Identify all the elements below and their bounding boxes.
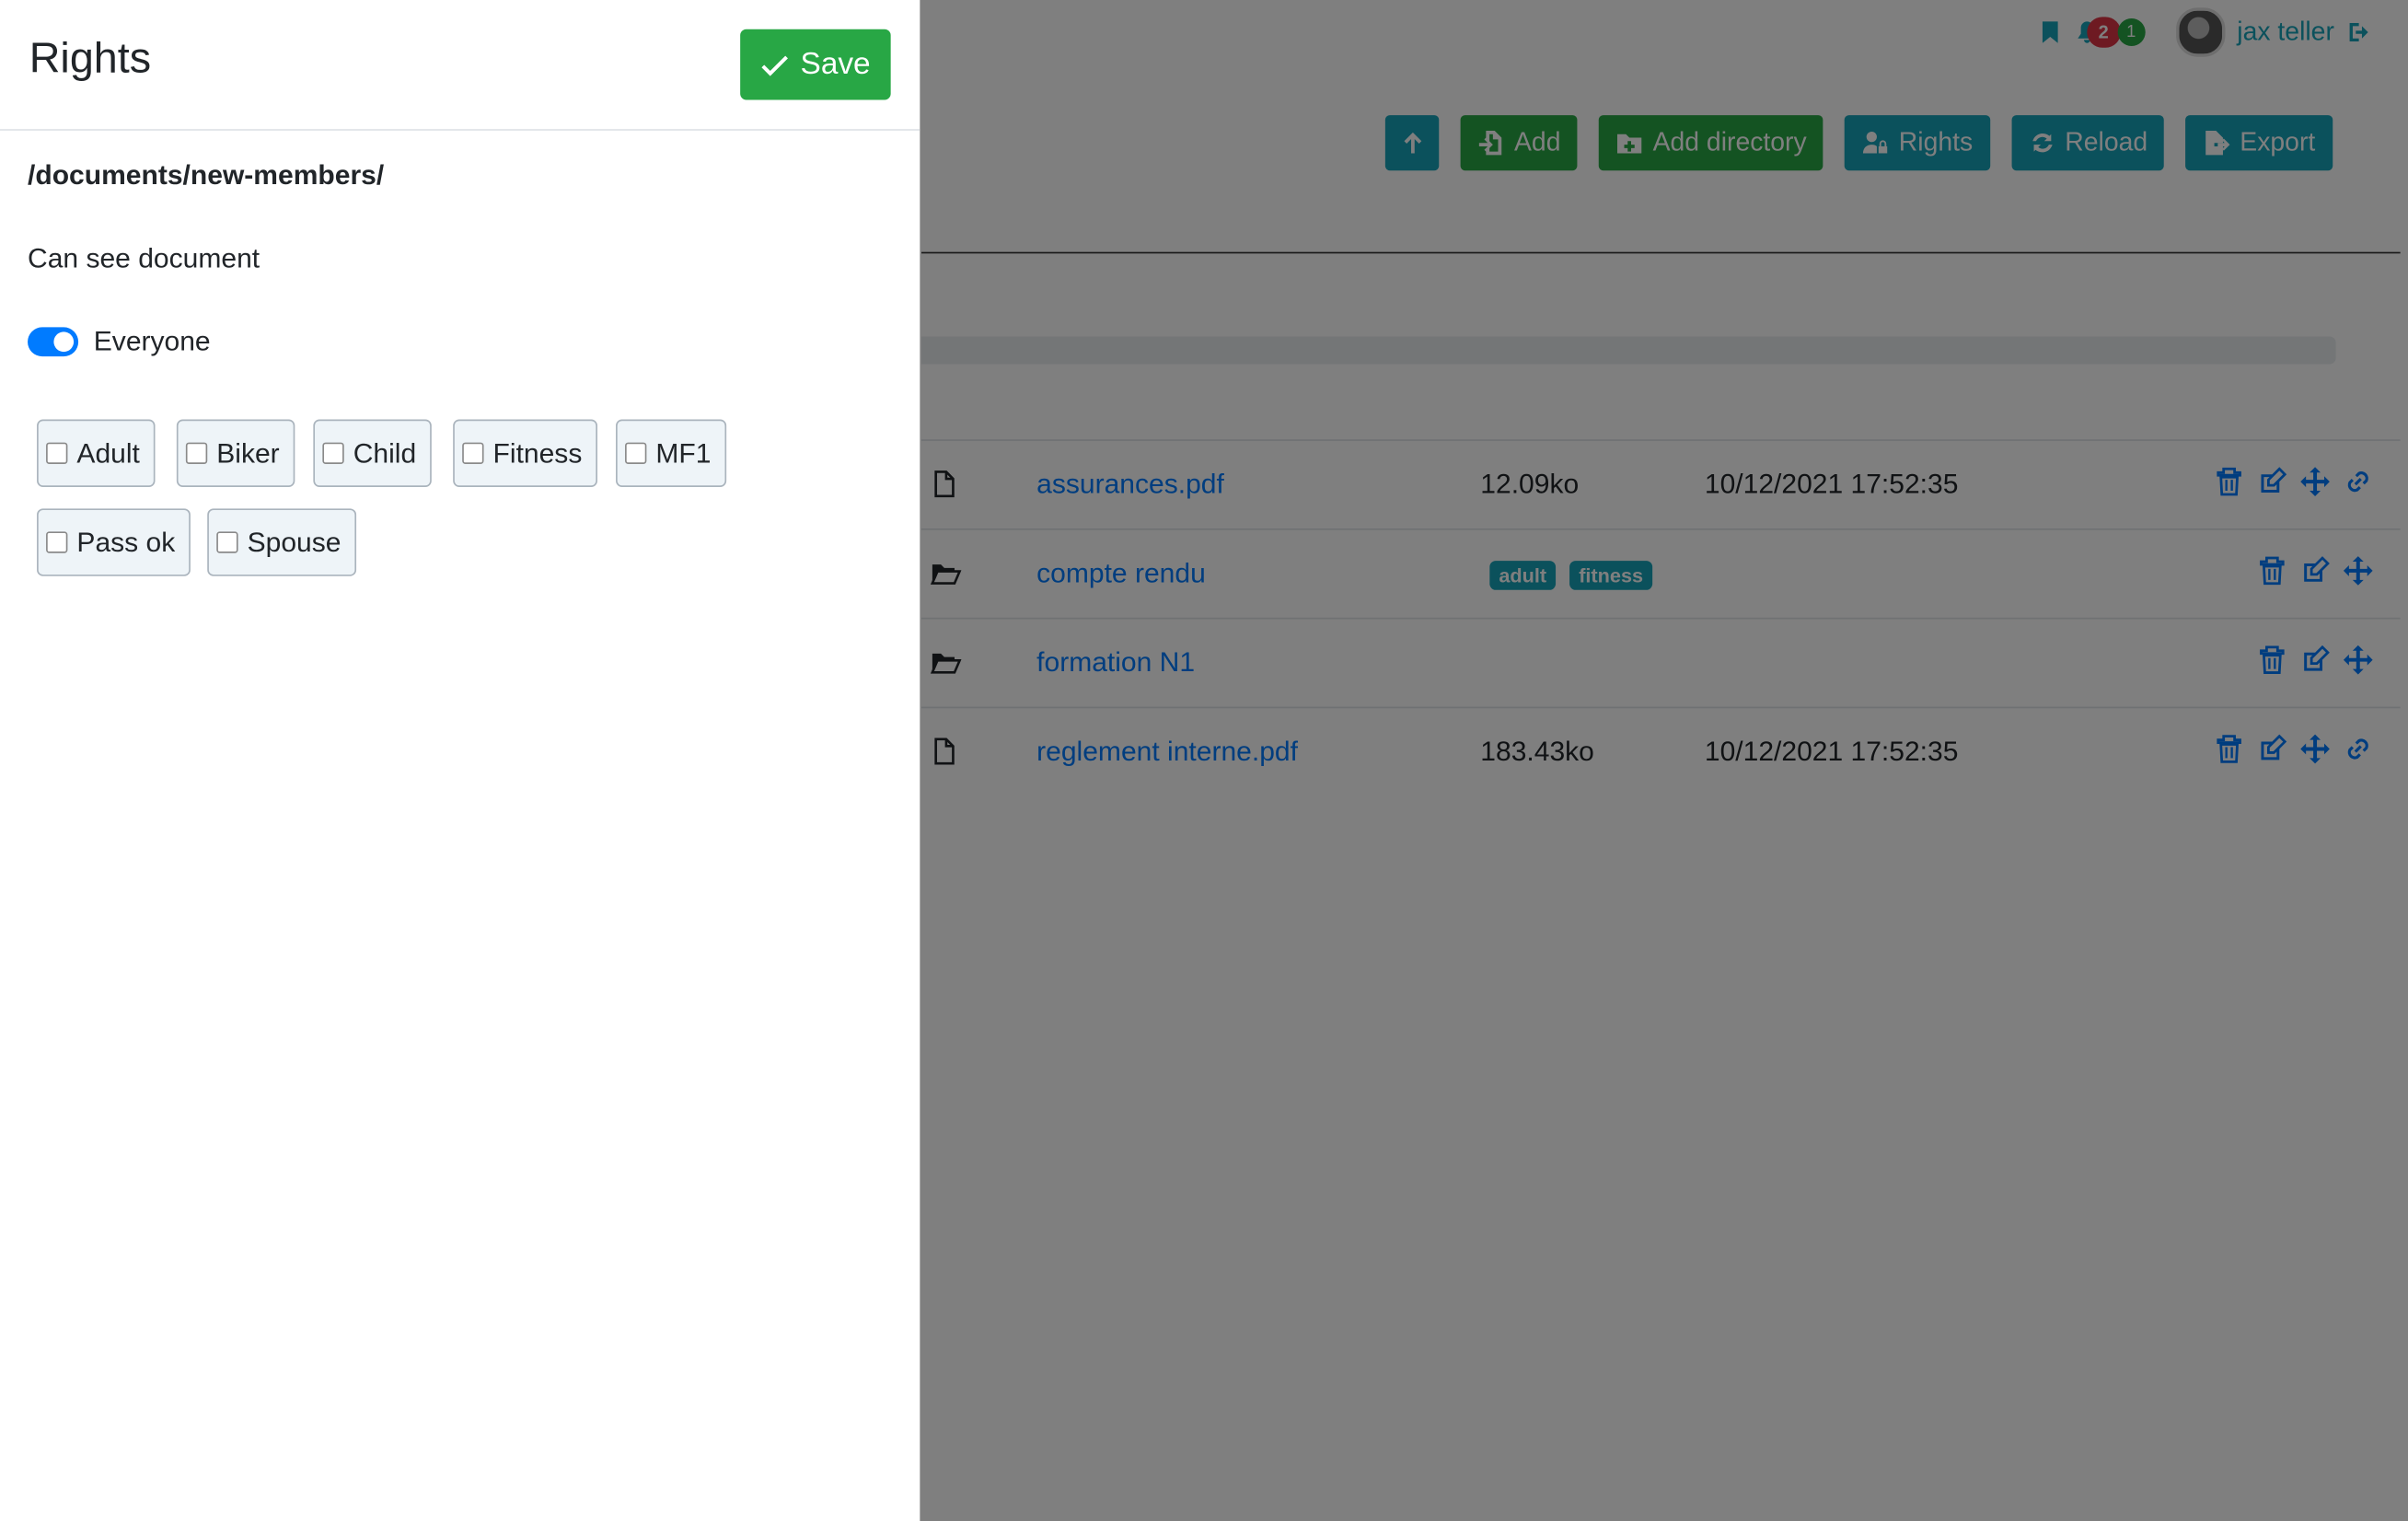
checkbox[interactable] <box>625 442 647 464</box>
group-checkbox-child[interactable]: Child <box>313 419 432 487</box>
group-checkbox-pass-ok[interactable]: Pass ok <box>37 508 191 576</box>
group-label: Pass ok <box>76 526 176 557</box>
checkbox[interactable] <box>462 442 484 464</box>
panel-header: Rights Save <box>0 0 920 131</box>
group-label: Biker <box>216 436 280 469</box>
checkbox[interactable] <box>46 442 68 464</box>
group-checkbox-fitness[interactable]: Fitness <box>453 419 598 487</box>
rights-panel: Rights Save /documents/new-members/ Can … <box>0 0 920 1521</box>
everyone-toggle[interactable] <box>28 327 79 357</box>
group-checkbox-biker[interactable]: Biker <box>176 419 295 487</box>
checkbox[interactable] <box>185 442 208 464</box>
checkbox[interactable] <box>46 531 68 553</box>
everyone-label: Everyone <box>93 325 211 357</box>
group-label: Child <box>353 436 417 469</box>
permission-label: Can see document <box>28 242 260 274</box>
group-checkbox-spouse[interactable]: Spouse <box>207 508 357 576</box>
group-label: Adult <box>76 436 140 469</box>
checkbox[interactable] <box>216 531 238 553</box>
group-label: Fitness <box>492 436 583 469</box>
toggle-knob <box>53 331 75 353</box>
save-button-label: Save <box>800 46 871 81</box>
document-path: /documents/new-members/ <box>28 159 385 191</box>
group-label: MF1 <box>655 436 712 469</box>
group-checkbox-mf1[interactable]: MF1 <box>616 419 727 487</box>
panel-title: Rights <box>29 33 152 82</box>
checkbox[interactable] <box>322 442 344 464</box>
everyone-toggle-row: Everyone <box>28 326 211 358</box>
group-checkbox-adult[interactable]: Adult <box>37 419 156 487</box>
group-label: Spouse <box>247 526 342 557</box>
save-button[interactable]: Save <box>740 29 891 100</box>
check-icon <box>761 54 789 75</box>
